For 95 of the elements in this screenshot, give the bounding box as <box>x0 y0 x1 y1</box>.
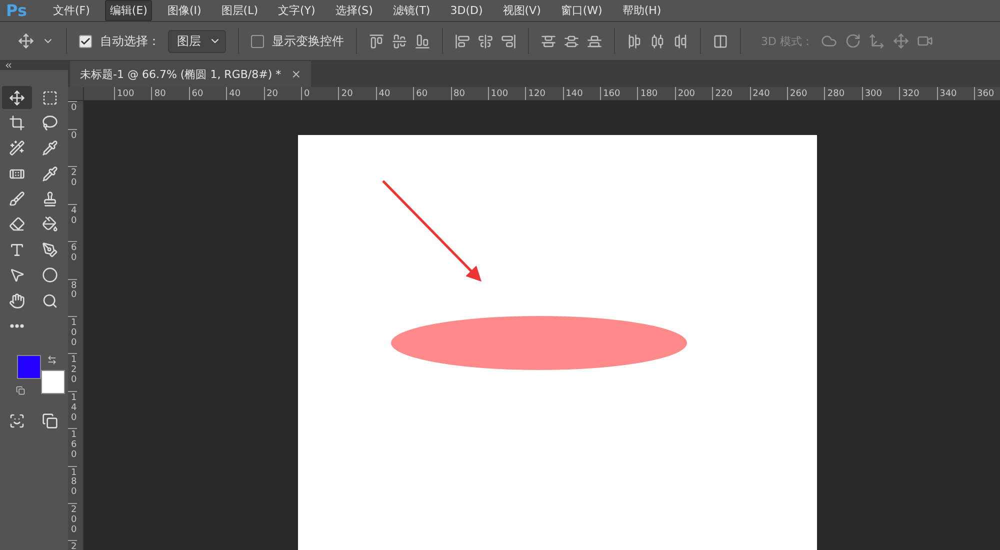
ruler-label: 0 <box>68 101 77 129</box>
align-icon[interactable] <box>650 34 665 48</box>
close-tab[interactable]: × <box>291 67 302 81</box>
menu-item[interactable]: 选择(S) <box>330 0 378 20</box>
ruler-label: 60 <box>188 87 226 100</box>
ruler-label: 80 <box>450 87 488 100</box>
ruler-label: 340 <box>936 87 974 100</box>
align-icon[interactable] <box>415 34 430 48</box>
marquee-icon <box>42 90 58 106</box>
menu-item[interactable]: 帮助(H) <box>617 0 666 20</box>
align-icon[interactable] <box>455 34 470 48</box>
ruler-label: 40 <box>68 204 77 242</box>
ellipse-icon <box>42 267 58 284</box>
menu-item[interactable]: 编辑(E) <box>104 0 152 20</box>
ruler-label: 320 <box>899 87 937 100</box>
document-tab[interactable]: 未标题-1 @ 66.7% (椭圆 1, RGB/8#) * × <box>70 61 312 87</box>
ruler-label: 280 <box>824 87 862 100</box>
menu-item[interactable]: 图像(I) <box>162 0 206 20</box>
foreground-swatch[interactable] <box>17 354 41 379</box>
ruler-label: 160 <box>68 428 77 466</box>
type-icon <box>9 242 25 258</box>
move-icon[interactable] <box>18 33 34 49</box>
swap-icon[interactable] <box>47 354 57 365</box>
checkbox[interactable] <box>251 34 264 48</box>
menu-item[interactable]: 图层(L) <box>216 0 264 20</box>
ruler-label: 20 <box>338 87 376 100</box>
ruler-label: 60 <box>413 87 451 100</box>
align-icon[interactable] <box>587 34 602 48</box>
align-icon[interactable] <box>392 34 407 48</box>
background-swatch[interactable] <box>41 370 65 394</box>
columns-icon[interactable] <box>713 34 728 48</box>
collapse-icon[interactable] <box>4 61 13 70</box>
ruler-label: 140 <box>68 390 77 428</box>
ruler-label: 100 <box>68 316 77 354</box>
lasso-icon <box>42 114 58 131</box>
ruler-label: 100 <box>114 87 152 100</box>
align-icon[interactable] <box>564 34 579 48</box>
menu-item[interactable]: 文字(Y) <box>273 0 320 20</box>
ruler-label: 40 <box>376 87 414 100</box>
zoom-icon <box>42 292 58 309</box>
ruler-label: 300 <box>862 87 900 100</box>
align-icon[interactable] <box>627 34 642 48</box>
pointer-icon <box>9 267 25 284</box>
ruler-label: 20 <box>264 87 301 100</box>
align-icon[interactable] <box>673 34 688 48</box>
crop-icon <box>9 114 25 131</box>
default-colors-icon[interactable] <box>16 386 25 395</box>
app-logo: Ps <box>6 0 28 20</box>
eyedropper-icon <box>42 140 58 156</box>
menu-item[interactable]: 滤镜(T) <box>388 0 436 20</box>
ruler-label: 360 <box>974 87 1000 100</box>
hand-icon <box>9 292 25 309</box>
ruler-label: 2 <box>68 540 77 550</box>
ruler-label: 160 <box>600 87 638 100</box>
ruler-label: 40 <box>226 87 264 100</box>
pen-icon <box>42 242 58 258</box>
menu-item[interactable]: 3D(D) <box>445 0 488 20</box>
dropdown[interactable]: 图层 <box>168 30 226 52</box>
brush-icon <box>9 191 25 208</box>
align-icon[interactable] <box>501 34 516 48</box>
ruler-label: 80 <box>68 278 77 316</box>
ruler-label: 0 <box>68 129 77 166</box>
ruler-label: 180 <box>637 87 675 100</box>
ruler-label: 20 <box>68 166 77 204</box>
ruler-label: 80 <box>151 87 189 100</box>
ruler-label: 140 <box>562 87 600 100</box>
more-icon <box>10 324 24 328</box>
ruler-label: 100 <box>488 87 526 100</box>
stamp-icon <box>42 191 58 208</box>
ruler-label: 200 <box>674 87 712 100</box>
menu-item[interactable]: 窗口(W) <box>556 0 608 20</box>
checkbox-label: 显示变换控件 <box>272 32 344 50</box>
color-sampler-icon <box>42 166 58 182</box>
ruler-label: 200 <box>68 502 77 540</box>
align-icon[interactable] <box>541 34 556 48</box>
eraser-icon <box>9 216 25 232</box>
move-icon <box>9 90 25 106</box>
ruler-label: 60 <box>68 241 77 279</box>
paint-bucket-icon <box>42 216 58 232</box>
checkbox-label: 自动选择： <box>100 32 160 50</box>
ruler-label: 120 <box>68 353 77 391</box>
ruler-label: 180 <box>68 466 77 503</box>
move-tool[interactable] <box>2 86 32 109</box>
ruler-label: 120 <box>525 87 563 100</box>
align-icon[interactable] <box>478 34 493 48</box>
ruler-label: 260 <box>787 87 824 100</box>
align-icon[interactable] <box>369 34 384 48</box>
ruler-label: 220 <box>712 87 750 100</box>
ruler-label: 0 <box>300 87 338 100</box>
ruler-label: 240 <box>750 87 788 100</box>
magic-wand-icon <box>9 140 25 156</box>
menu-item[interactable]: 文件(F) <box>48 0 95 20</box>
menu-item[interactable]: 视图(V) <box>498 0 546 20</box>
3d-mode-label: 3D 模式： <box>761 34 813 48</box>
checkbox[interactable] <box>79 34 92 48</box>
